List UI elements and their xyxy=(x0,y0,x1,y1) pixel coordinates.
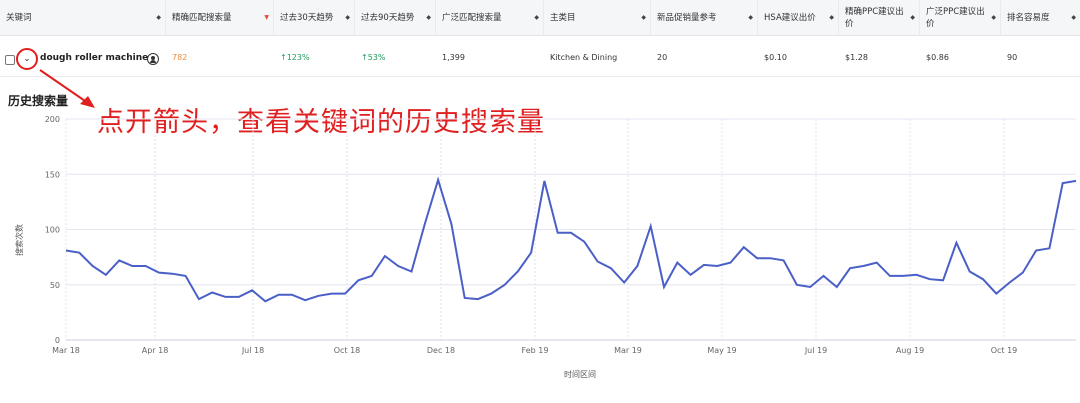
y-tick-label: 200 xyxy=(45,115,60,124)
x-tick-label: Jul 19 xyxy=(804,346,827,355)
x-tick-label: Mar 19 xyxy=(614,346,642,355)
x-tick-label: Oct 19 xyxy=(991,346,1018,355)
x-tick-label: Oct 18 xyxy=(334,346,361,355)
y-tick-label: 150 xyxy=(45,170,60,179)
x-tick-label: Mar 18 xyxy=(52,346,80,355)
annotation-arrow xyxy=(39,69,89,104)
x-tick-label: May 19 xyxy=(707,346,736,355)
x-tick-label: Dec 18 xyxy=(427,346,455,355)
y-tick-label: 100 xyxy=(45,226,60,235)
x-tick-label: Apr 18 xyxy=(142,346,169,355)
arrow-head-icon xyxy=(80,96,95,108)
search-volume-chart: 0 50 100 150 200 Mar 18 Apr 18 Jul 18 Oct 18 Dec… xyxy=(14,69,1077,379)
x-axis-label: 时间区间 xyxy=(564,369,596,379)
x-tick-label: Aug 19 xyxy=(896,346,924,355)
y-axis-label: 搜索次数 xyxy=(14,224,24,256)
y-tick-label: 0 xyxy=(55,336,60,345)
x-tick-label: Jul 18 xyxy=(241,346,264,355)
y-tick-label: 50 xyxy=(50,281,60,290)
x-tick-label: Feb 19 xyxy=(522,346,549,355)
series-line xyxy=(65,176,1077,303)
